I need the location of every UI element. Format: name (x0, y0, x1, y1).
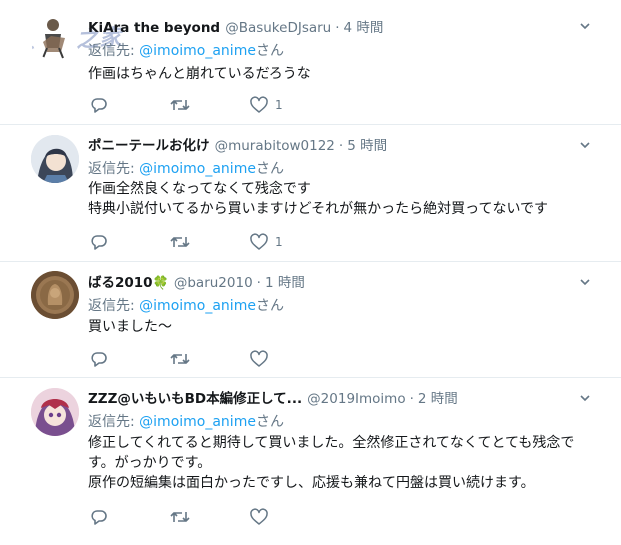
tweet-header: ポニーテールお化け @murabitow0122 · 5 時間 (88, 134, 581, 154)
reply-icon (91, 235, 107, 250)
clover-icon: 🍀 (152, 276, 169, 291)
timestamp[interactable]: 5 時間 (347, 138, 387, 154)
retweet-button[interactable] (170, 508, 190, 526)
avatar[interactable] (31, 135, 79, 183)
tweet-header: ばる2010🍀 @baru2010 · 1 時間 (88, 271, 581, 291)
retweet-button[interactable] (170, 350, 190, 368)
reply-to-line: 返信先: @imoimo_animeさん (88, 43, 284, 59)
timestamp[interactable]: 1 時間 (265, 275, 305, 291)
reply-button[interactable] (90, 96, 108, 114)
display-name[interactable]: KiAra the beyond (88, 20, 220, 36)
tweet-text: 買いました〜 (88, 319, 172, 335)
display-name[interactable]: ZZZ@いもいもBD本編修正して... (88, 391, 302, 407)
like-button[interactable] (250, 350, 275, 368)
like-count: 1 (275, 235, 283, 249)
heart-icon (250, 350, 268, 367)
separator-dot: · (409, 391, 414, 407)
like-button[interactable]: 1 (250, 233, 283, 251)
avatar[interactable] (31, 271, 79, 319)
retweet-icon (170, 100, 190, 110)
reply-button[interactable] (90, 508, 108, 526)
reply-icon (91, 98, 107, 113)
reply-icon (91, 510, 107, 525)
user-handle[interactable]: @BasukeDJsaru (225, 20, 331, 36)
reply-to-line: 返信先: @imoimo_animeさん (88, 414, 284, 430)
tweet-4[interactable]: ZZZ@いもいもBD本編修正して... @2019Imoimo · 2 時間 返信先… (0, 378, 621, 545)
user-handle[interactable]: @baru2010 (174, 275, 253, 291)
heart-icon (250, 96, 268, 113)
separator-dot: · (256, 275, 261, 291)
user-handle[interactable]: @2019Imoimo (307, 391, 405, 407)
reply-mention-link[interactable]: @imoimo_anime (139, 298, 256, 314)
retweet-icon (170, 354, 190, 364)
chevron-down-icon[interactable] (579, 139, 591, 151)
chevron-down-icon[interactable] (579, 20, 591, 32)
reply-to-line: 返信先: @imoimo_animeさん (88, 298, 284, 314)
tweet-2[interactable]: ポニーテールお化け @murabitow0122 · 5 時間 返信先: @imoi… (0, 125, 621, 262)
reply-button[interactable] (90, 233, 108, 251)
tweet-text: 修正してくれてると期待して買いました。全然修正されてなくてとても残念で す。がっ… (88, 435, 575, 491)
reply-mention-link[interactable]: @imoimo_anime (139, 161, 256, 177)
reply-mention-link[interactable]: @imoimo_anime (139, 414, 256, 430)
reply-to-line: 返信先: @imoimo_animeさん (88, 161, 284, 177)
retweet-icon (170, 237, 190, 247)
reply-button[interactable] (90, 350, 108, 368)
retweet-button[interactable] (170, 233, 190, 251)
tweet-text: 作画はちゃんと崩れているだろうな (88, 66, 311, 82)
like-count: 1 (275, 98, 283, 112)
display-name[interactable]: ばる2010 (88, 275, 153, 291)
like-button[interactable] (250, 508, 275, 526)
tweet-text: 作画全然良くなってなくて残念です 特典小説付いてるから買いますけどそれが無かった… (88, 181, 549, 217)
heart-icon (250, 508, 268, 525)
tweet-header: KiAra the beyond @BasukeDJsaru · 4 時間 (88, 16, 581, 36)
chevron-down-icon[interactable] (579, 276, 591, 288)
avatar[interactable] (31, 388, 79, 436)
display-name[interactable]: ポニーテールお化け (88, 138, 210, 154)
heart-icon (250, 233, 268, 250)
chevron-down-icon[interactable] (579, 392, 591, 404)
retweet-icon (170, 512, 190, 522)
reply-icon (91, 352, 107, 367)
user-handle[interactable]: @murabitow0122 (215, 138, 335, 154)
timestamp[interactable]: 4 時間 (344, 20, 384, 36)
separator-dot: · (338, 138, 344, 154)
avatar[interactable] (31, 12, 79, 60)
tweet-3[interactable]: ばる2010🍀 @baru2010 · 1 時間 返信先: @imoimo_anim… (0, 262, 621, 378)
reply-mention-link[interactable]: @imoimo_anime (139, 43, 256, 59)
like-button[interactable]: 1 (250, 96, 283, 114)
retweet-button[interactable] (170, 96, 190, 114)
timestamp[interactable]: 2 時間 (418, 391, 458, 407)
tweet-header: ZZZ@いもいもBD本編修正して... @2019Imoimo · 2 時間 (88, 387, 581, 407)
separator-dot: · (335, 20, 340, 36)
tweet-1[interactable]: KiAra the beyond @BasukeDJsaru · 4 時間 返信先:… (0, 0, 621, 125)
